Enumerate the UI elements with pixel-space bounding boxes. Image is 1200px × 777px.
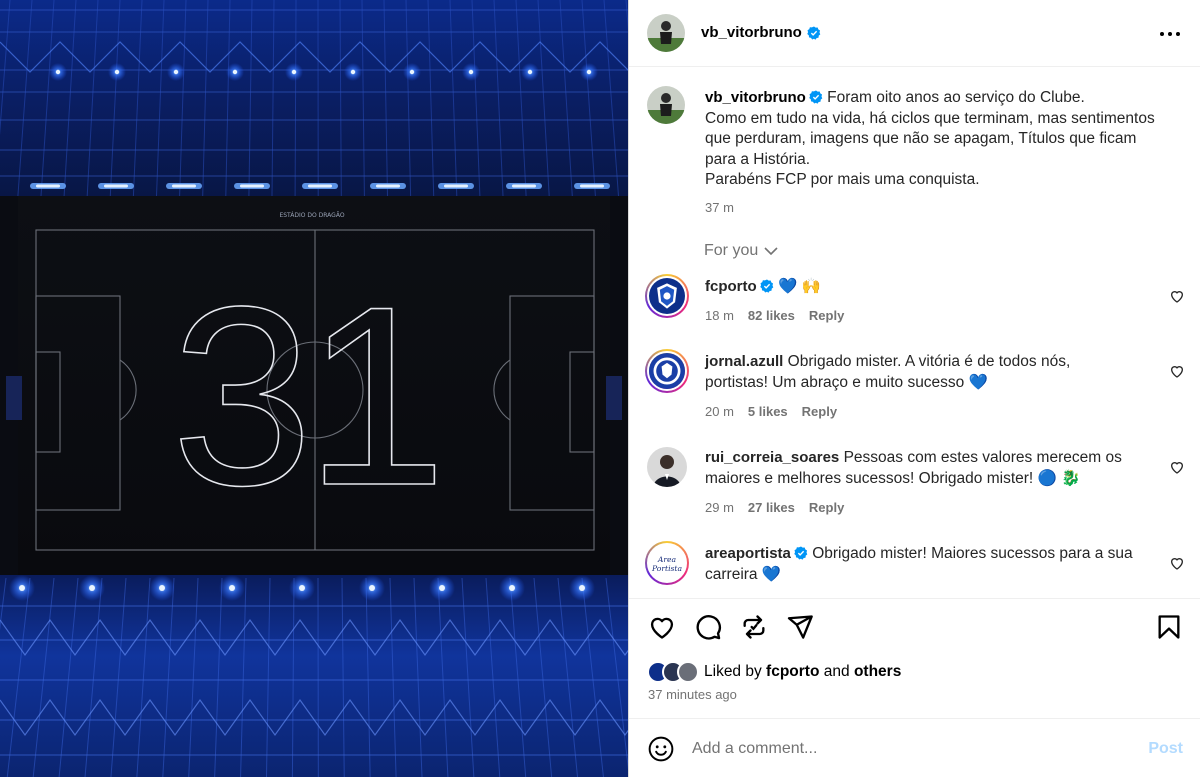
comment-meta: 29 m 27 likes Reply xyxy=(705,500,844,515)
comment-filter-label: For you xyxy=(704,242,759,259)
number-31-outline: 31 xyxy=(170,253,447,540)
reply-button[interactable]: Reply xyxy=(809,500,844,515)
add-comment-bar: Post xyxy=(629,718,1200,777)
repost-icon[interactable] xyxy=(740,613,768,641)
comment-body: maiores e melhores sucessos! Obrigado mi… xyxy=(705,469,1081,487)
jersey-number: 31 xyxy=(171,254,439,539)
comment-item: rui_correia_soares Pessoas com estes val… xyxy=(645,445,1185,517)
heart-icon[interactable] xyxy=(1169,288,1185,304)
comment-meta: 20 m 5 likes Reply xyxy=(705,404,837,419)
comment-avatar[interactable] xyxy=(645,349,689,393)
comment-body: carreira 💙 xyxy=(705,565,782,583)
heart-icon[interactable] xyxy=(648,613,676,641)
comment-time[interactable]: 29 m xyxy=(705,500,734,515)
chevron-down-icon xyxy=(764,247,778,256)
liked-by-user[interactable]: fcporto xyxy=(766,663,819,680)
caption-line: Parabéns FCP por mais uma conquista. xyxy=(705,171,980,188)
caption-line: Como em tudo na vida, há ciclos que term… xyxy=(705,109,1155,127)
more-icon[interactable] xyxy=(1158,24,1182,44)
post-image[interactable]: ESTÁDIO DO DRAGÃO 31 xyxy=(0,0,628,777)
verified-icon xyxy=(809,90,823,104)
comment-time[interactable]: 20 m xyxy=(705,404,734,419)
comment-time[interactable]: 18 m xyxy=(705,308,734,323)
comment-username[interactable]: rui_correia_soares xyxy=(705,449,839,466)
comment-input[interactable] xyxy=(692,734,1112,764)
liked-by-and: and xyxy=(823,663,850,680)
comment-likes[interactable]: 5 likes xyxy=(748,404,788,419)
comment-text: jornal.azull Obrigado mister. A vitória … xyxy=(705,352,1145,393)
caption-time[interactable]: 37 m xyxy=(705,200,734,215)
comment-body: portistas! Um abraço e muito sucesso 💙 xyxy=(705,373,988,391)
comment-avatar[interactable]: Area Portista xyxy=(645,541,689,585)
caption-avatar[interactable] xyxy=(647,86,685,124)
heart-icon[interactable] xyxy=(1169,555,1185,571)
comment-body: Obrigado mister! Maiores sucessos para a… xyxy=(812,545,1133,562)
share-icon[interactable] xyxy=(786,613,814,641)
bookmark-icon[interactable] xyxy=(1155,613,1183,641)
verified-icon xyxy=(759,279,773,293)
comment-likes[interactable]: 82 likes xyxy=(748,308,795,323)
comment-item: Area Portista areaportista Obrigado miste… xyxy=(645,541,1185,597)
liker-avatar xyxy=(677,661,699,683)
comment-meta: 18 m 82 likes Reply xyxy=(705,308,844,323)
verified-icon xyxy=(794,546,808,560)
comment-body: Pessoas com estes valores merecem os xyxy=(843,449,1122,466)
post-timestamp[interactable]: 37 minutes ago xyxy=(648,687,737,702)
heart-icon[interactable] xyxy=(1169,363,1185,379)
caption-line: Foram oito anos ao serviço do Clube. xyxy=(827,89,1085,106)
verified-icon xyxy=(807,25,821,40)
reply-button[interactable]: Reply xyxy=(802,404,837,419)
caption-line: que perduram, imagens que não se apagam,… xyxy=(705,130,1137,147)
author-username[interactable]: vb_vitorbruno xyxy=(701,24,802,41)
heart-icon[interactable] xyxy=(1169,459,1185,475)
caption-text: vb_vitorbruno Foram oito anos ao serviço… xyxy=(705,88,1175,191)
comment-text: areaportista Obrigado mister! Maiores su… xyxy=(705,544,1145,585)
comment-filter-dropdown[interactable]: For you xyxy=(704,242,778,260)
comment-username[interactable]: areaportista xyxy=(705,545,791,562)
comment-body: 💙 🙌 xyxy=(777,278,821,295)
post-button[interactable]: Post xyxy=(1148,740,1183,758)
reply-button[interactable]: Reply xyxy=(809,308,844,323)
post-action-bar xyxy=(629,598,1200,658)
comment-avatar[interactable] xyxy=(645,274,689,318)
comment-item: fcporto 💙 🙌 18 m 82 likes Reply xyxy=(645,274,1185,334)
liked-by-prefix: Liked by xyxy=(704,663,762,680)
liked-by-others[interactable]: others xyxy=(854,663,901,680)
comment-body: Obrigado mister. A vitória é de todos nó… xyxy=(787,353,1071,370)
caption-username[interactable]: vb_vitorbruno xyxy=(705,89,806,106)
comment-item: jornal.azull Obrigado mister. A vitória … xyxy=(645,349,1185,421)
comment-username[interactable]: jornal.azull xyxy=(705,353,783,370)
author-avatar[interactable] xyxy=(647,14,685,52)
likes-summary[interactable]: Liked by fcporto and others xyxy=(647,660,901,684)
comment-text: fcporto 💙 🙌 xyxy=(705,277,1145,298)
comment-likes[interactable]: 27 likes xyxy=(748,500,795,515)
comment-icon[interactable] xyxy=(694,613,722,641)
post-side-panel: vb_vitorbruno vb_vitorbruno Foram oito a… xyxy=(628,0,1200,777)
post-header: vb_vitorbruno xyxy=(629,0,1200,67)
comment-text: rui_correia_soares Pessoas com estes val… xyxy=(705,448,1145,489)
comment-username[interactable]: fcporto xyxy=(705,278,757,295)
caption-line: para a História. xyxy=(705,150,811,168)
instagram-post-modal: ESTÁDIO DO DRAGÃO 31 vb_vitorbruno vb_vi… xyxy=(0,0,1200,777)
comment-avatar[interactable] xyxy=(647,447,687,487)
emoji-icon[interactable] xyxy=(648,736,674,762)
